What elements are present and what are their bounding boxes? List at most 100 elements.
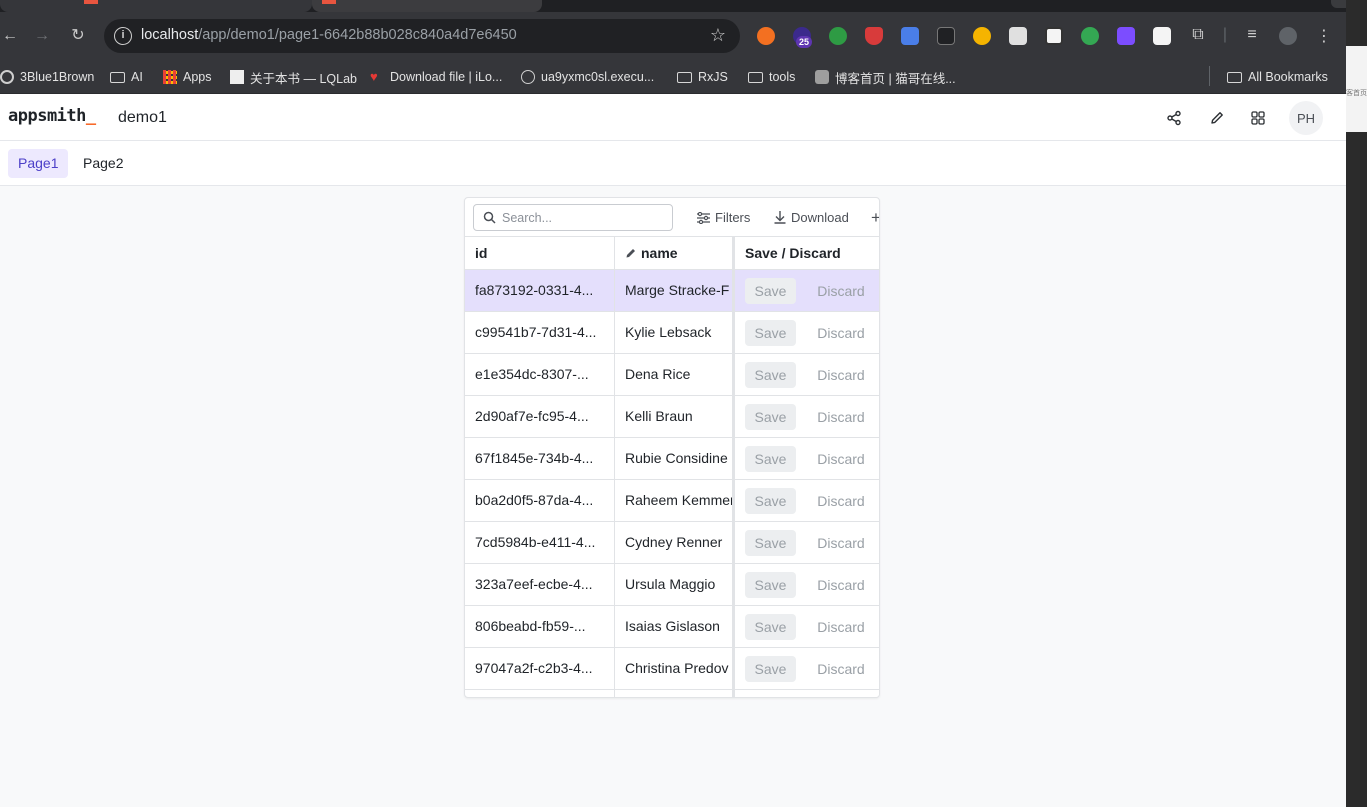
download-button[interactable]: Download — [774, 210, 849, 225]
reload-icon[interactable]: ↻ — [68, 26, 88, 46]
edit-app-button[interactable] — [1201, 102, 1233, 134]
cell-name[interactable]: Dena Rice — [615, 354, 733, 395]
bookmark-folder[interactable]: tools — [748, 66, 795, 88]
extensions-puzzle-icon[interactable]: ⧉ — [1188, 26, 1208, 44]
bookmark-item[interactable]: 3Blue1Brown — [0, 66, 94, 88]
table-row[interactable]: e1e354dc-8307-... Dena Rice Save Discard — [465, 354, 879, 396]
save-button[interactable]: Save — [745, 320, 796, 346]
table-row[interactable]: 97047a2f-c2b3-4... Christina Predov Save Di… — [465, 648, 879, 690]
discard-button[interactable]: Discard — [811, 530, 871, 556]
back-icon[interactable]: ← — [0, 26, 20, 46]
save-button[interactable]: Save — [745, 614, 796, 640]
browser-tab[interactable] — [0, 0, 312, 12]
save-button[interactable]: Save — [745, 446, 796, 472]
cell-id[interactable]: 806beabd-fb59-... — [465, 606, 615, 647]
cell-id[interactable]: c99541b7-7d31-4... — [465, 312, 615, 353]
appsmith-logo[interactable]: appsmith_ — [8, 106, 96, 126]
discard-button[interactable]: Discard — [811, 488, 871, 514]
user-avatar[interactable]: PH — [1289, 101, 1323, 135]
bookmark-folder[interactable]: RxJS — [677, 66, 728, 88]
bookmark-item[interactable]: ua9yxmc0sl.execu... — [521, 66, 654, 88]
table-row[interactable]: 7cd5984b-e411-4... Cydney Renner Save Disca… — [465, 522, 879, 564]
discard-button[interactable]: Discard — [811, 404, 871, 430]
table-row[interactable]: 2d90af7e-fc95-4... Kelli Braun Save Discard — [465, 396, 879, 438]
table-search-input[interactable]: Search... — [473, 204, 673, 231]
cell-id[interactable]: 7cd5984b-e411-4... — [465, 522, 615, 563]
cell-id[interactable]: 97047a2f-c2b3-4... — [465, 648, 615, 689]
table-row[interactable]: 323a7eef-ecbe-4... Ursula Maggio Save Disca… — [465, 564, 879, 606]
discard-button[interactable]: Discard — [811, 320, 871, 346]
cell-name[interactable]: Kylie Lebsack — [615, 312, 733, 353]
bookmark-item[interactable]: Apps — [163, 66, 212, 88]
column-header-id[interactable]: id — [465, 237, 615, 270]
discard-button[interactable]: Discard — [811, 278, 871, 304]
url-text[interactable]: localhost/app/demo1/page1-6642b88b028c84… — [141, 27, 517, 43]
browser-tab-active[interactable] — [312, 0, 542, 12]
discard-button[interactable]: Discard — [811, 614, 871, 640]
app-header: appsmith_ demo1 PH — [0, 94, 1346, 141]
cell-name[interactable]: Ursula Maggio — [615, 564, 733, 605]
save-button[interactable]: Save — [745, 656, 796, 682]
media-control-icon[interactable]: ≡ — [1242, 26, 1262, 44]
table-row[interactable]: 806beabd-fb59-... Isaias Gislason Save Disc… — [465, 606, 879, 648]
extension-icon[interactable] — [1081, 27, 1099, 45]
shield-extension-icon[interactable] — [865, 27, 883, 45]
save-button[interactable]: Save — [745, 530, 796, 556]
cell-id[interactable]: b0a2d0f5-87da-4... — [465, 480, 615, 521]
cell-id[interactable]: 323a7eef-ecbe-4... — [465, 564, 615, 605]
discard-button[interactable]: Discard — [811, 362, 871, 388]
save-button[interactable]: Save — [745, 572, 796, 598]
profile-icon[interactable] — [1279, 27, 1297, 45]
cell-name[interactable]: Isaias Gislason — [615, 606, 733, 647]
save-button[interactable]: Save — [745, 404, 796, 430]
add-row-icon[interactable]: + — [871, 208, 879, 228]
all-bookmarks[interactable]: All Bookmarks — [1227, 66, 1328, 88]
cell-id[interactable]: 2d90af7e-fc95-4... — [465, 396, 615, 437]
cell-id[interactable]: e1e354dc-8307-... — [465, 354, 615, 395]
column-header-actions[interactable]: Save / Discard — [733, 237, 879, 270]
extension-icon[interactable] — [757, 27, 775, 45]
table-row[interactable]: fa873192-0331-4... Marge Stracke-F Save Dis… — [465, 270, 879, 312]
apps-menu-button[interactable] — [1242, 102, 1274, 134]
extension-icon[interactable] — [1117, 27, 1135, 45]
share-button[interactable] — [1158, 102, 1190, 134]
cell-name[interactable]: Raheem Kemmer — [615, 480, 733, 521]
qr-code-extension-icon[interactable] — [1045, 27, 1063, 45]
bookmark-item[interactable]: 关于本书 — LQLab — [230, 66, 357, 88]
cell-name[interactable]: Cydney Renner — [615, 522, 733, 563]
table-row[interactable]: c99541b7-7d31-4... Kylie Lebsack Save Disca… — [465, 312, 879, 354]
save-button[interactable]: Save — [745, 278, 796, 304]
site-info-icon[interactable]: i — [114, 27, 132, 45]
extension-icon[interactable] — [1153, 27, 1171, 45]
color-picker-extension-icon[interactable] — [973, 27, 991, 45]
extension-icon[interactable] — [1009, 27, 1027, 45]
forward-icon[interactable]: → — [32, 26, 52, 46]
tab-page2[interactable]: Page2 — [73, 149, 133, 178]
column-header-name[interactable]: name — [615, 237, 733, 270]
cell-name[interactable]: Rubie Considine — [615, 438, 733, 479]
cell-name[interactable]: Kelli Braun — [615, 396, 733, 437]
bookmark-item[interactable]: ♥ Download file | iLo... — [370, 66, 502, 88]
cell-name[interactable]: Marge Stracke-F — [615, 270, 733, 311]
bookmark-star-icon[interactable]: ☆ — [710, 25, 726, 46]
discard-button[interactable]: Discard — [811, 446, 871, 472]
cell-id[interactable]: 67f1845e-734b-4... — [465, 438, 615, 479]
table-row[interactable]: b0a2d0f5-87da-4... Raheem Kemmer Save Disca… — [465, 480, 879, 522]
bookmark-label: 3Blue1Brown — [20, 70, 95, 84]
menu-kebab-icon[interactable]: ⋮ — [1314, 26, 1334, 46]
cell-name[interactable]: Christina Predov — [615, 648, 733, 689]
save-button[interactable]: Save — [745, 488, 796, 514]
extension-icon[interactable] — [829, 27, 847, 45]
extension-icon[interactable] — [937, 27, 955, 45]
cell-id[interactable]: fa873192-0331-4... — [465, 270, 615, 311]
save-button[interactable]: Save — [745, 362, 796, 388]
discard-button[interactable]: Discard — [811, 656, 871, 682]
discard-button[interactable]: Discard — [811, 572, 871, 598]
address-bar[interactable]: i localhost/app/demo1/page1-6642b88b028c… — [104, 19, 740, 53]
filters-button[interactable]: Filters — [697, 210, 750, 225]
tab-page1[interactable]: Page1 — [8, 149, 69, 178]
bookmark-item[interactable]: 博客首页 | 猫哥在线... — [815, 66, 956, 88]
table-row[interactable]: 67f1845e-734b-4... Rubie Considine Save Dis… — [465, 438, 879, 480]
translate-extension-icon[interactable] — [901, 27, 919, 45]
bookmark-folder[interactable]: AI — [110, 66, 143, 88]
